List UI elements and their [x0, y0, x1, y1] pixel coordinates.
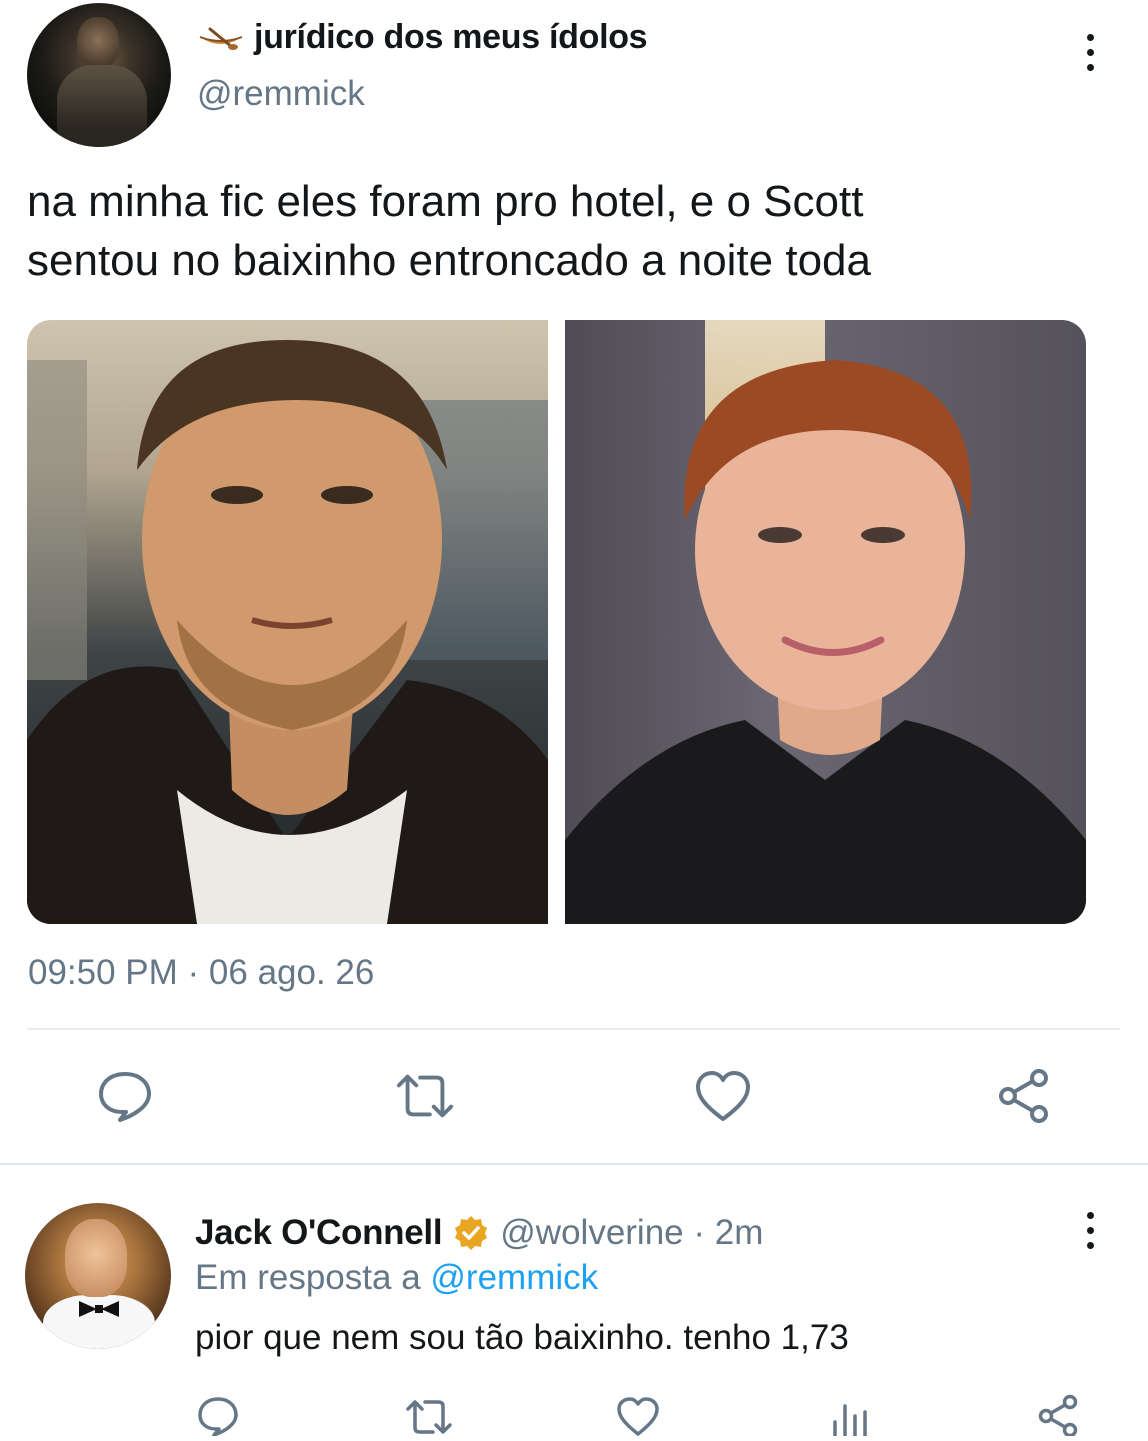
tweet-timestamp[interactable]: 09:50 PM · 06 ago. 26: [28, 953, 374, 993]
divider: [27, 1028, 1120, 1030]
retweet-icon[interactable]: [405, 1398, 453, 1436]
like-icon[interactable]: [616, 1396, 660, 1436]
reply-icon[interactable]: [95, 1066, 155, 1126]
reply-author-name: Jack O'Connell: [195, 1213, 443, 1252]
tweet-photo-left[interactable]: [27, 320, 548, 924]
retweet-icon[interactable]: [395, 1066, 455, 1126]
reply-author-avatar[interactable]: [25, 1203, 171, 1349]
author-display-name: jurídico dos meus ídolos: [254, 17, 648, 56]
share-icon[interactable]: [1036, 1394, 1080, 1438]
views-icon[interactable]: [830, 1398, 870, 1438]
author-name-row[interactable]: jurídico dos meus ídolos: [198, 14, 648, 60]
in-reply-prefix: Em resposta a: [195, 1258, 431, 1297]
reply-text: pior que nem sou tão baixinho. tenho 1,7…: [195, 1318, 849, 1357]
in-reply-mention-link[interactable]: @remmick: [430, 1258, 598, 1297]
reply-icon[interactable]: [196, 1396, 240, 1437]
verified-badge-icon: [452, 1214, 490, 1252]
author-handle[interactable]: @remmick: [197, 74, 365, 114]
more-options-icon[interactable]: [1072, 30, 1108, 74]
author-avatar[interactable]: [27, 3, 171, 147]
more-options-icon[interactable]: [1072, 1208, 1108, 1252]
reply-header[interactable]: Jack O'Connell @wolverine · 2m: [195, 1208, 763, 1258]
reply-handle-time: @wolverine · 2m: [500, 1213, 764, 1252]
in-reply-to: Em resposta a @remmick: [195, 1258, 598, 1298]
share-icon[interactable]: [994, 1066, 1054, 1126]
tweet-text: na minha fic eles foram pro hotel, e o S…: [27, 177, 871, 285]
divider: [0, 1163, 1148, 1165]
like-icon[interactable]: [693, 1066, 753, 1126]
tweet-photo-right[interactable]: [565, 320, 1086, 924]
canoe-icon: [198, 23, 244, 51]
